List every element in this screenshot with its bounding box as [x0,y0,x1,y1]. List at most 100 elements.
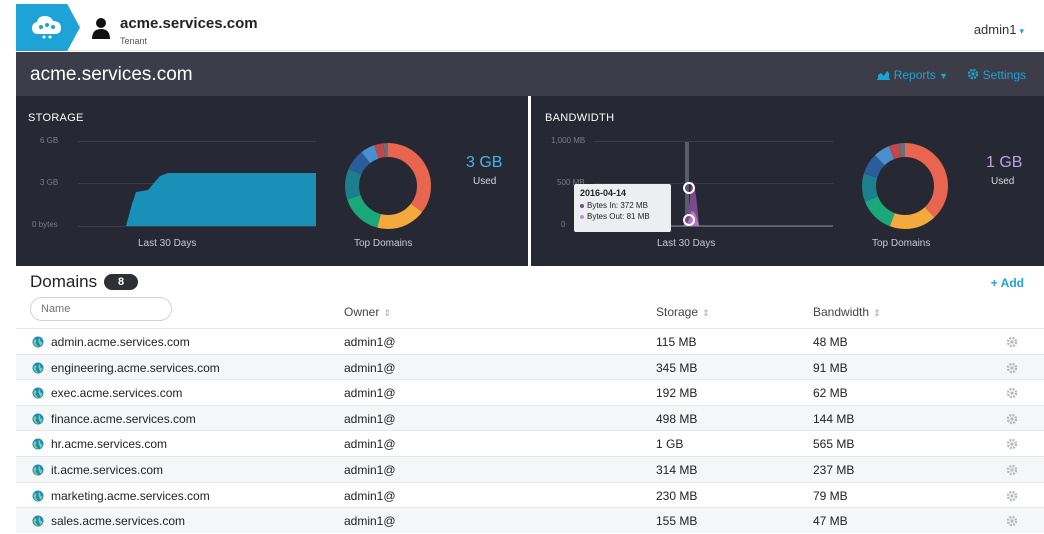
storage-ytick: 0 bytes [32,220,58,229]
gear-icon [968,68,979,80]
gridline [78,141,316,142]
storage-panel: STORAGE 6 GB 3 GB 0 bytes Last 30 Days T… [16,96,528,266]
storage-chart-caption: Last 30 Days [138,238,197,249]
gear-icon[interactable] [1006,438,1018,450]
sort-icon: ⇕ [702,308,710,318]
bandwidth-cell: 47 MB [813,514,848,529]
column-header-storage[interactable]: Storage ⇕ [656,305,710,319]
domain-name-cell[interactable]: engineering.acme.services.com [51,361,220,375]
storage-cell: 498 MB [656,411,698,426]
gear-icon[interactable] [1006,413,1018,425]
gear-icon[interactable] [1006,362,1018,374]
gear-icon[interactable] [1006,515,1018,527]
chevron-down-icon: ▼ [939,71,948,81]
storage-ytick: 6 GB [40,136,59,145]
settings-label: Settings [982,68,1026,82]
domain-name-cell[interactable]: hr.acme.services.com [51,437,167,451]
sort-icon: ⇕ [383,308,391,318]
tooltip-date: 2016-04-14 [580,188,627,198]
domain-name-cell[interactable]: marketing.acme.services.com [51,489,210,503]
settings-link[interactable]: Settings [967,68,1026,82]
globe-icon [32,490,44,502]
table-row[interactable]: marketing.acme.services.com admin1@ 230 MB… [16,481,1044,508]
user-menu[interactable]: admin1 ▾ [974,22,1024,37]
table-row[interactable]: hr.acme.services.com admin1@ 1 GB 565 MB [16,430,1044,456]
bandwidth-donut-caption: Top Domains [872,238,931,249]
storage-label: STORAGE [28,112,84,124]
bytes-out-dot [580,214,584,219]
table-row[interactable]: exec.acme.services.com admin1@ 192 MB 62 MB [16,379,1044,405]
gear-icon[interactable] [1006,387,1018,399]
plus-icon: + [990,276,998,290]
column-header-owner-label: Owner [344,305,380,319]
name-filter-input[interactable] [30,297,172,321]
bandwidth-cell: 79 MB [813,488,848,503]
domain-name-cell[interactable]: exec.acme.services.com [51,386,182,400]
column-header-bandwidth-label: Bandwidth [813,305,870,319]
storage-cell: 155 MB [656,514,698,529]
chevron-down-icon: ▾ [1019,26,1024,36]
reports-menu[interactable]: Reports ▼ [877,68,948,82]
chart-icon [877,71,891,80]
sort-icon: ⇕ [873,308,881,318]
domain-name-cell[interactable]: finance.acme.services.com [51,412,196,426]
globe-icon [32,362,44,374]
bandwidth-label: BANDWIDTH [545,112,615,124]
globe-icon [32,413,44,425]
gear-icon[interactable] [1006,490,1018,502]
title-bar: acme.services.com Reports ▼ Settings [16,52,1044,96]
gear-icon[interactable] [1006,336,1018,348]
storage-cell: 345 MB [656,360,698,375]
storage-area [126,173,316,226]
storage-cell: 1 GB [656,437,684,452]
bandwidth-donut-chart[interactable] [861,142,949,230]
bandwidth-panel: BANDWIDTH 1,000 MB 500 MB 0 2016-04-14 B… [531,96,1044,266]
tenant-type: Tenant [120,36,148,46]
storage-used-value: 3 GB [466,154,503,171]
bandwidth-cell: 565 MB [813,437,855,452]
storage-cell: 230 MB [656,488,698,503]
bandwidth-area-chart [671,142,833,227]
column-header-owner[interactable]: Owner ⇕ [344,305,391,319]
gear-icon[interactable] [1006,464,1018,476]
storage-cell: 192 MB [656,386,698,401]
tooltip-bytes-out: Bytes Out: 81 MB [587,212,650,221]
column-header-storage-label: Storage [656,305,699,319]
bandwidth-cell: 237 MB [813,463,855,477]
bandwidth-cell: 62 MB [813,386,848,401]
storage-donut-caption: Top Domains [354,238,413,249]
storage-used-label: Used [473,176,497,187]
owner-cell: admin1@ [344,411,396,426]
cloud-logo-icon[interactable] [16,4,80,51]
table-row[interactable]: engineering.acme.services.com admin1@ 345 … [16,353,1044,380]
globe-icon [32,438,44,450]
table-row[interactable]: it.acme.services.com admin1@ 314 MB 237 MB [16,456,1044,482]
top-bar: acme.services.com Tenant admin1 ▾ [16,4,1044,51]
reports-label: Reports [893,68,936,82]
storage-donut-chart[interactable] [344,142,432,230]
globe-icon [32,515,44,527]
chart-tooltip: 2016-04-14 Bytes In: 372 MB Bytes Out: 8… [574,184,671,232]
page-title: acme.services.com [30,64,193,85]
table-row[interactable]: finance.acme.services.com admin1@ 498 MB 14… [16,404,1044,431]
domain-name-cell[interactable]: it.acme.services.com [51,463,163,477]
owner-cell: admin1@ [344,360,396,375]
domain-name-cell[interactable]: sales.acme.services.com [51,514,185,528]
user-icon [92,18,110,39]
bandwidth-cell: 48 MB [813,335,848,349]
owner-cell: admin1@ [344,514,396,529]
domain-count-badge: 8 [104,274,138,290]
owner-cell: admin1@ [344,437,396,452]
table-row[interactable]: sales.acme.services.com admin1@ 155 MB 47 M… [16,507,1044,533]
column-header-bandwidth[interactable]: Bandwidth ⇕ [813,305,881,319]
owner-cell: admin1@ [344,386,396,401]
add-domain-button[interactable]: + Add [991,276,1024,290]
bandwidth-ytick: 0 [561,220,566,229]
globe-icon [32,336,44,348]
domain-name-cell[interactable]: admin.acme.services.com [51,335,190,349]
bandwidth-ytick: 1,000 MB [551,136,586,145]
table-row[interactable]: admin.acme.services.com admin1@ 115 MB 48 M… [16,328,1044,354]
owner-cell: admin1@ [344,335,396,349]
storage-ytick: 3 GB [40,178,59,187]
storage-area-chart [126,173,316,226]
